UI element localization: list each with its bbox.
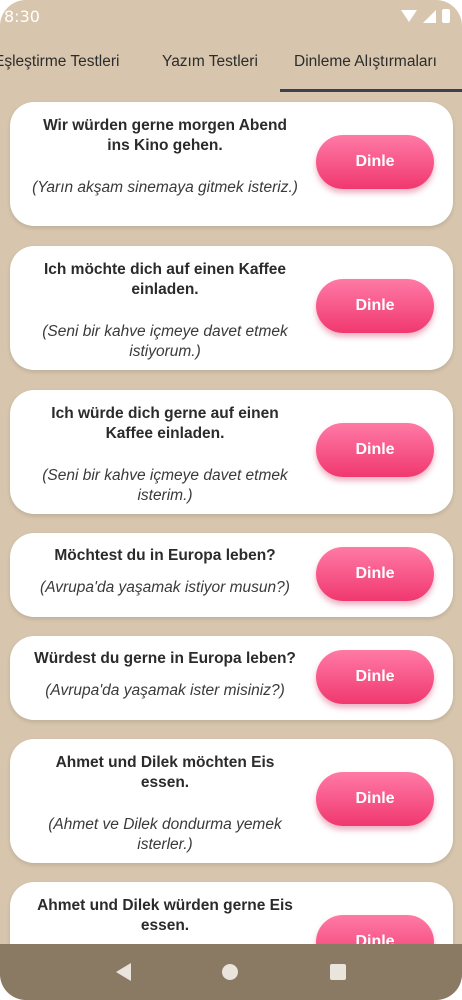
list-item: Ich würde dich gerne auf einen Kaffee ei… xyxy=(10,390,453,514)
list-item: Möchtest du in Europa leben? (Avrupa'da … xyxy=(10,533,453,617)
list-item: Ahmet und Dilek möchten Eis essen. (Ahme… xyxy=(10,739,453,863)
list-item: Wir würden gerne morgen Abend ins Kino g… xyxy=(10,102,453,226)
listen-button[interactable]: Dinle xyxy=(316,547,434,601)
turkish-translation: (Ahmet ve Dilek dondurma yemek isterler.… xyxy=(48,816,282,853)
sentence-text: Würdest du gerne in Europa leben? (Avrup… xyxy=(30,649,300,701)
sentence-list[interactable]: Wir würden gerne morgen Abend ins Kino g… xyxy=(0,92,462,944)
sentence-text: Ahmet und Dilek würden gerne Eis essen. xyxy=(30,896,300,936)
list-item: Ich möchte dich auf einen Kaffee einlade… xyxy=(10,246,453,370)
system-nav-bar xyxy=(0,944,462,1000)
german-sentence: Ich möchte dich auf einen Kaffee einlade… xyxy=(43,261,287,298)
status-bar: 8:30 xyxy=(0,0,462,32)
listen-button[interactable]: Dinle xyxy=(316,772,434,826)
sentence-text: Ich möchte dich auf einen Kaffee einlade… xyxy=(30,260,300,362)
tab-bar: Eşleştirme Testleri Yazım Testleri Dinle… xyxy=(0,32,462,92)
german-sentence: Wir würden gerne morgen Abend ins Kino g… xyxy=(43,117,287,154)
sentence-text: Ich würde dich gerne auf einen Kaffee ei… xyxy=(30,404,300,506)
turkish-translation: (Seni bir kahve içmeye davet etmek ister… xyxy=(42,467,288,504)
sentence-text: Möchtest du in Europa leben? (Avrupa'da … xyxy=(30,546,300,598)
turkish-translation: (Avrupa'da yaşamak istiyor musun?) xyxy=(40,579,290,596)
status-icons xyxy=(401,9,450,23)
list-item: Würdest du gerne in Europa leben? (Avrup… xyxy=(10,636,453,720)
battery-icon xyxy=(442,9,450,23)
listen-button[interactable]: Dinle xyxy=(316,423,434,477)
turkish-translation: (Seni bir kahve içmeye davet etmek istiy… xyxy=(42,323,288,360)
listen-button[interactable]: Dinle xyxy=(316,915,434,944)
german-sentence: Ahmet und Dilek würden gerne Eis essen. xyxy=(37,897,293,934)
back-icon[interactable] xyxy=(115,963,131,981)
turkish-translation: (Avrupa'da yaşamak ister misiniz?) xyxy=(45,682,285,699)
app-screen: 8:30 Eşleştirme Testleri Yazım Testleri … xyxy=(0,0,462,1000)
german-sentence: Ahmet und Dilek möchten Eis essen. xyxy=(55,754,275,791)
listen-button[interactable]: Dinle xyxy=(316,650,434,704)
tab-matching-tests[interactable]: Eşleştirme Testleri xyxy=(0,32,119,92)
turkish-translation: (Yarın akşam sinemaya gitmek isteriz.) xyxy=(32,179,298,196)
tab-listening-exercises[interactable]: Dinleme Alıştırmaları xyxy=(294,32,437,92)
list-item: Ahmet und Dilek würden gerne Eis essen. … xyxy=(10,882,453,944)
sentence-text: Wir würden gerne morgen Abend ins Kino g… xyxy=(30,116,300,198)
signal-icon xyxy=(423,9,436,23)
listen-button[interactable]: Dinle xyxy=(316,135,434,189)
home-icon[interactable] xyxy=(222,964,239,980)
recent-apps-icon[interactable] xyxy=(330,964,347,980)
sentence-text: Ahmet und Dilek möchten Eis essen. (Ahme… xyxy=(30,753,300,855)
tab-writing-tests[interactable]: Yazım Testleri xyxy=(162,32,258,92)
german-sentence: Möchtest du in Europa leben? xyxy=(54,547,276,564)
german-sentence: Ich würde dich gerne auf einen Kaffee ei… xyxy=(51,405,279,442)
german-sentence: Würdest du gerne in Europa leben? xyxy=(34,650,296,667)
status-time: 8:30 xyxy=(4,6,40,26)
listen-button[interactable]: Dinle xyxy=(316,279,434,333)
wifi-icon xyxy=(401,10,417,22)
